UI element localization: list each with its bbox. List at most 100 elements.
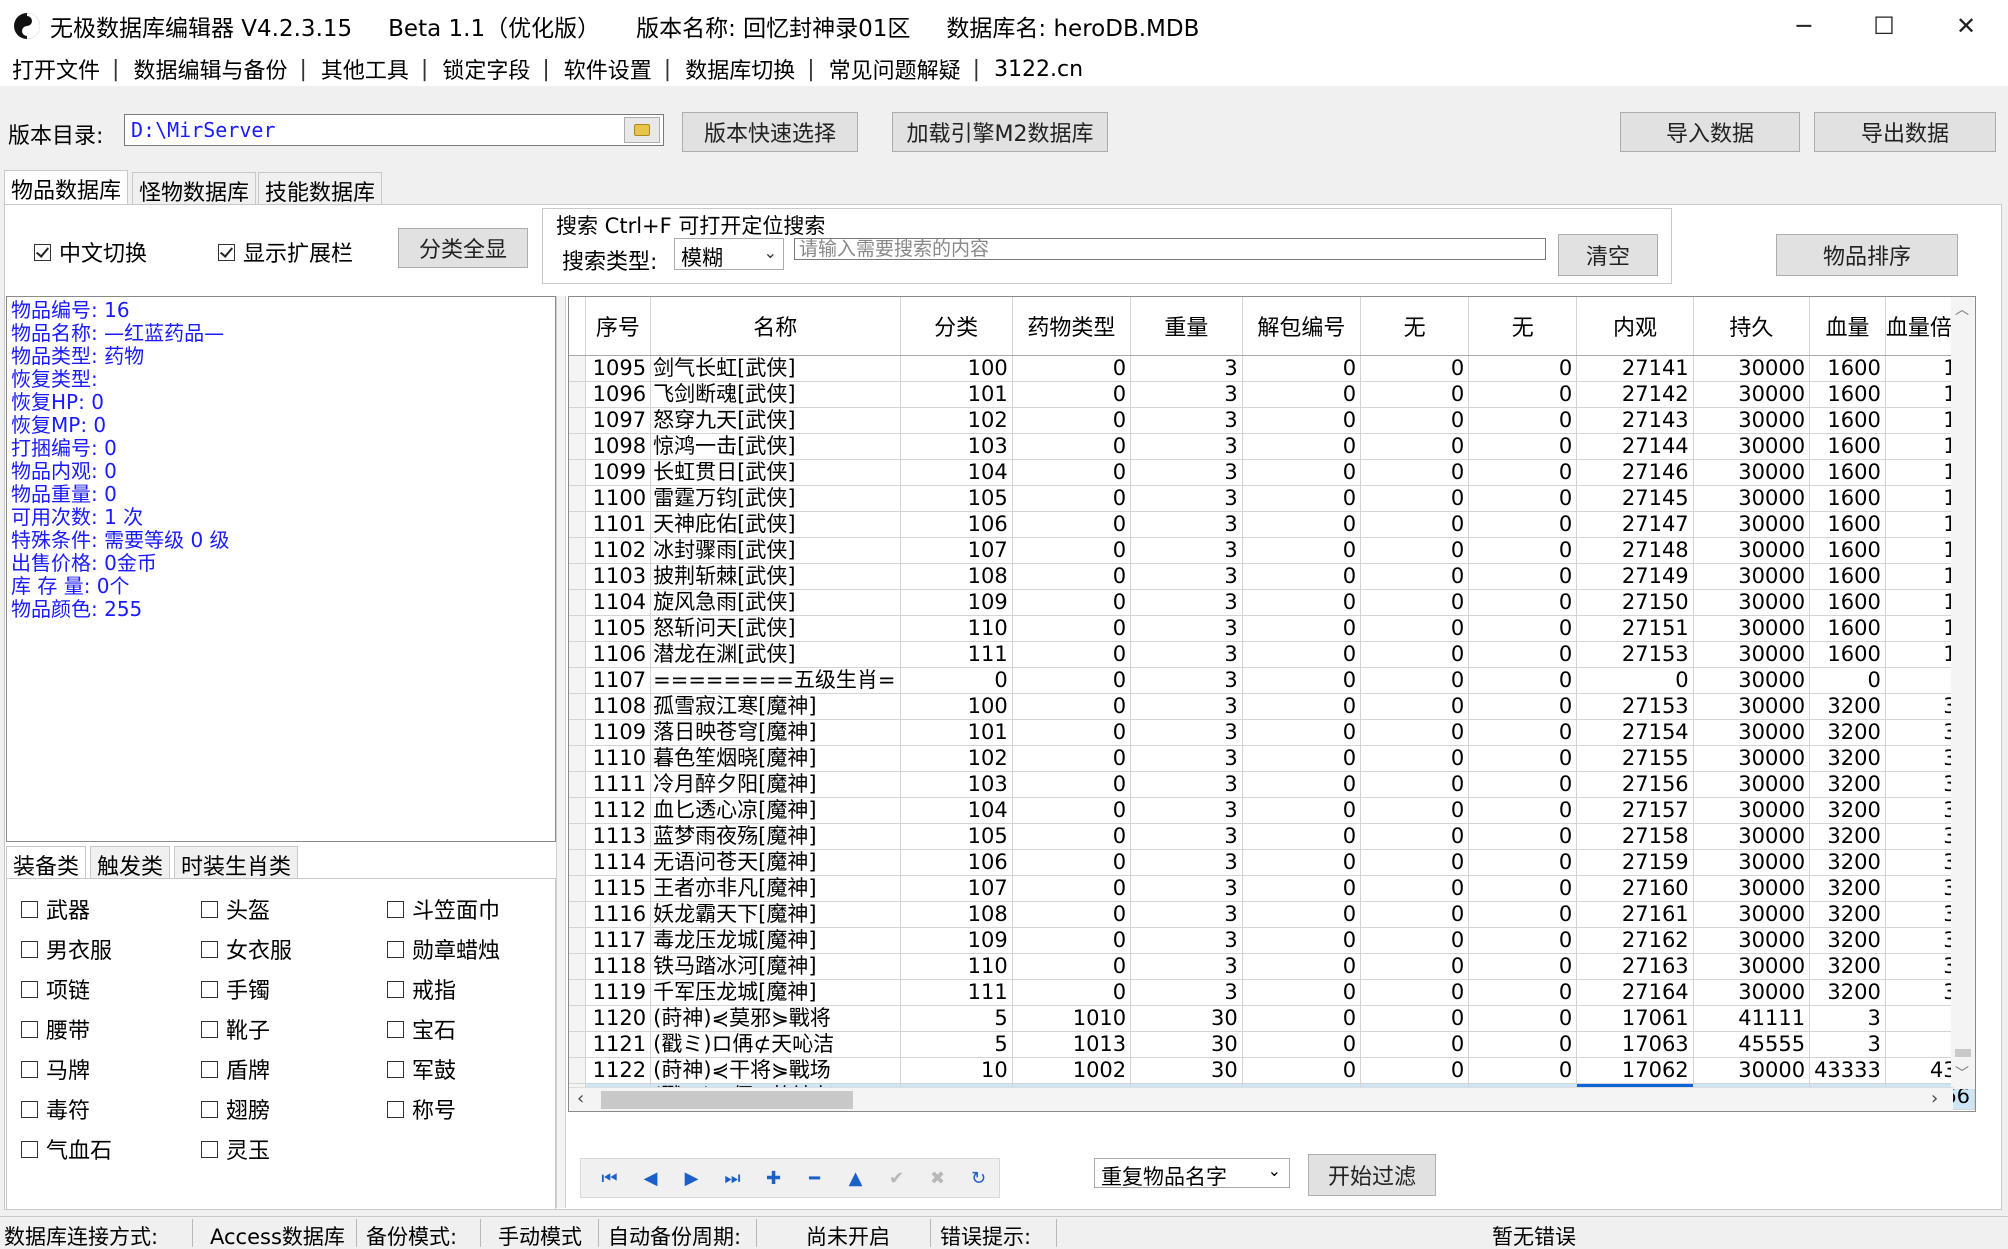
- table-cell[interactable]: 1600: [1809, 589, 1886, 616]
- table-cell[interactable]: 3200: [1809, 745, 1886, 772]
- category-checkbox[interactable]: 马牌: [21, 1053, 90, 1085]
- table-cell[interactable]: 无语问苍天[魔神]: [650, 849, 901, 876]
- search-input[interactable]: 请输入需要搜索的内容: [794, 238, 1546, 260]
- table-cell[interactable]: 30000: [1693, 745, 1811, 772]
- table-cell[interactable]: 0: [1012, 615, 1132, 642]
- scroll-left-icon[interactable]: ‹: [577, 1088, 584, 1109]
- table-row[interactable]: 1098惊鸿一击[武侠]103030002714430000160016: [569, 433, 1975, 460]
- row-indicator[interactable]: [569, 771, 586, 798]
- table-cell[interactable]: 1120: [585, 1005, 652, 1032]
- maximize-icon[interactable]: ☐: [1852, 0, 1916, 52]
- table-cell[interactable]: 怒穿九天[武侠]: [650, 407, 901, 434]
- insert-icon[interactable]: ✚: [753, 1168, 794, 1189]
- cancel-icon[interactable]: ✖: [917, 1168, 958, 1189]
- table-cell[interactable]: 1013: [1012, 1031, 1132, 1058]
- table-cell[interactable]: 3: [1130, 953, 1243, 980]
- table-row[interactable]: 1110暮色笙烟晓[魔神]102030002715530000320032: [569, 745, 1975, 772]
- table-cell[interactable]: 43333: [1809, 1057, 1886, 1084]
- row-indicator[interactable]: [569, 433, 586, 460]
- next-icon[interactable]: ▶: [671, 1168, 712, 1189]
- table-cell[interactable]: 妖龙霸天下[魔神]: [650, 901, 901, 928]
- export-button[interactable]: 导出数据: [1814, 112, 1996, 152]
- column-header[interactable]: 无: [1468, 297, 1578, 356]
- table-cell[interactable]: 潜龙在渊[武侠]: [650, 641, 901, 668]
- table-cell[interactable]: 27160: [1576, 875, 1694, 902]
- menu-db-switch[interactable]: 数据库切换: [681, 53, 803, 85]
- table-cell[interactable]: 30000: [1693, 511, 1811, 538]
- table-cell[interactable]: 0: [1360, 459, 1470, 486]
- table-cell[interactable]: 1106: [585, 641, 652, 668]
- table-cell[interactable]: 0: [1360, 797, 1470, 824]
- table-cell[interactable]: 1104: [585, 589, 652, 616]
- load-engine-button[interactable]: 加载引擎M2数据库: [892, 112, 1108, 152]
- category-checkbox[interactable]: 腰带: [21, 1013, 90, 1045]
- table-cell[interactable]: 0: [1468, 615, 1578, 642]
- table-cell[interactable]: 5: [900, 1005, 1013, 1032]
- table-row[interactable]: 1096飞剑断魂[武侠]101030002714230000160016: [569, 381, 1975, 408]
- column-header[interactable]: 血量: [1809, 297, 1886, 356]
- table-cell[interactable]: 0: [1012, 797, 1132, 824]
- table-cell[interactable]: 0: [1242, 381, 1362, 408]
- table-cell[interactable]: 1600: [1809, 381, 1886, 408]
- table-cell[interactable]: 1600: [1809, 433, 1886, 460]
- table-cell[interactable]: 1600: [1809, 407, 1886, 434]
- column-header[interactable]: 解包编号: [1242, 297, 1362, 356]
- table-cell[interactable]: 0: [1360, 979, 1470, 1006]
- table-cell[interactable]: 1121: [585, 1031, 652, 1058]
- table-cell[interactable]: 0: [1468, 433, 1578, 460]
- table-cell[interactable]: 27153: [1576, 641, 1694, 668]
- table-cell[interactable]: 0: [1360, 823, 1470, 850]
- category-checkbox[interactable]: 盾牌: [201, 1053, 270, 1085]
- table-cell[interactable]: 0: [1012, 901, 1132, 928]
- row-indicator[interactable]: [569, 875, 586, 902]
- table-cell[interactable]: 怒斩问天[武侠]: [650, 615, 901, 642]
- table-cell[interactable]: 0: [1809, 667, 1886, 694]
- table-cell[interactable]: 0: [1242, 719, 1362, 746]
- table-cell[interactable]: 3: [1130, 641, 1243, 668]
- show-ext-checkbox[interactable]: 显示扩展栏: [218, 236, 353, 268]
- table-cell[interactable]: 1102: [585, 537, 652, 564]
- table-cell[interactable]: 血匕透心凉[魔神]: [650, 797, 901, 824]
- table-cell[interactable]: 1002: [1012, 1057, 1132, 1084]
- table-cell[interactable]: 3: [1130, 589, 1243, 616]
- table-cell[interactable]: 0: [1360, 875, 1470, 902]
- table-cell[interactable]: 27155: [1576, 745, 1694, 772]
- table-cell[interactable]: 30000: [1693, 563, 1811, 590]
- category-checkbox[interactable]: 斗笠面巾: [387, 893, 500, 925]
- table-cell[interactable]: 0: [1360, 693, 1470, 720]
- table-row[interactable]: 1117毒龙压龙城[魔神]109030002716230000320032: [569, 927, 1975, 954]
- table-cell[interactable]: 1098: [585, 433, 652, 460]
- table-cell[interactable]: 3: [1130, 355, 1243, 382]
- table-cell[interactable]: 30000: [1693, 979, 1811, 1006]
- edit-icon[interactable]: ▲: [835, 1168, 876, 1189]
- row-indicator[interactable]: [569, 693, 586, 720]
- table-cell[interactable]: 5: [900, 1031, 1013, 1058]
- table-cell[interactable]: 0: [1012, 589, 1132, 616]
- table-cell[interactable]: 0: [1360, 355, 1470, 382]
- table-cell[interactable]: 0: [1360, 407, 1470, 434]
- table-cell[interactable]: 27153: [1576, 693, 1694, 720]
- table-cell[interactable]: 惊鸿一击[武侠]: [650, 433, 901, 460]
- table-cell[interactable]: 3: [1130, 849, 1243, 876]
- table-cell[interactable]: 1600: [1809, 485, 1886, 512]
- table-cell[interactable]: 0: [1468, 485, 1578, 512]
- table-cell[interactable]: 30: [1130, 1005, 1243, 1032]
- table-cell[interactable]: 3200: [1809, 953, 1886, 980]
- table-cell[interactable]: 0: [1242, 771, 1362, 798]
- table-cell[interactable]: 3200: [1809, 771, 1886, 798]
- table-cell[interactable]: 27145: [1576, 485, 1694, 512]
- row-indicator[interactable]: [569, 563, 586, 590]
- table-cell[interactable]: 0: [1012, 433, 1132, 460]
- table-cell[interactable]: 0: [1012, 407, 1132, 434]
- table-cell[interactable]: 27162: [1576, 927, 1694, 954]
- table-row[interactable]: 1112血匕透心凉[魔神]104030002715730000320032: [569, 797, 1975, 824]
- table-row[interactable]: 1099长虹贯日[武侠]104030002714630000160016: [569, 459, 1975, 486]
- table-cell[interactable]: 0: [1468, 823, 1578, 850]
- table-cell[interactable]: 0: [1468, 355, 1578, 382]
- table-cell[interactable]: 1122: [585, 1057, 652, 1084]
- table-cell[interactable]: 30000: [1693, 1057, 1811, 1084]
- table-cell[interactable]: 30000: [1693, 667, 1811, 694]
- vertical-scroll-thumb[interactable]: [1955, 1049, 1971, 1057]
- table-cell[interactable]: (莳神)⋞干将⋟戰场: [650, 1057, 901, 1084]
- table-cell[interactable]: 0: [1242, 979, 1362, 1006]
